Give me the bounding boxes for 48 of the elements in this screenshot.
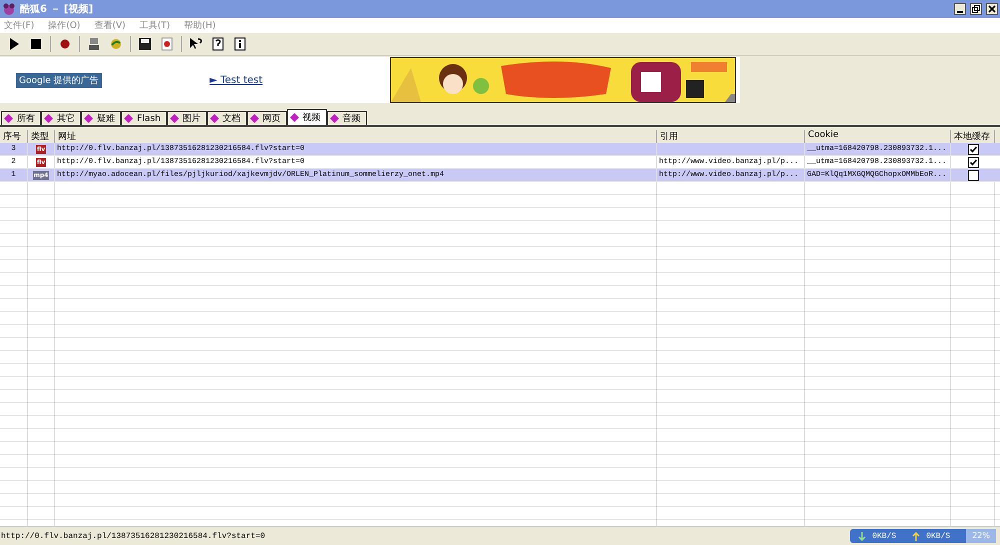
ad-label: Google 提供的广告 bbox=[16, 72, 102, 88]
download-arrow-icon bbox=[858, 532, 866, 540]
globe-icon[interactable] bbox=[108, 36, 124, 52]
cache-checkbox[interactable] bbox=[968, 156, 978, 168]
close-button[interactable] bbox=[986, 3, 998, 15]
diamond-icon bbox=[170, 114, 179, 123]
status-text: http://0.flv.banzaj.pl/13873516281230216584.flv?start=0 bbox=[0, 532, 266, 540]
help-cursor-icon[interactable] bbox=[188, 36, 204, 52]
percent-text: 22% bbox=[966, 529, 996, 543]
tab[interactable]: Flash bbox=[121, 111, 167, 125]
menu-item[interactable]: 工具(T) bbox=[140, 19, 170, 32]
tab[interactable]: 文档 bbox=[206, 111, 247, 125]
save-icon[interactable] bbox=[137, 36, 153, 52]
restore-button[interactable] bbox=[970, 3, 982, 15]
help-icon[interactable] bbox=[210, 36, 226, 52]
info-icon[interactable] bbox=[232, 36, 248, 52]
tab[interactable]: 其它 bbox=[41, 111, 81, 125]
diamond-icon bbox=[210, 114, 219, 123]
diamond-icon bbox=[330, 114, 339, 123]
diamond-icon bbox=[250, 114, 259, 123]
diamond-icon bbox=[290, 113, 299, 122]
fox-logo-icon bbox=[2, 2, 16, 16]
test-link[interactable]: ► Test test bbox=[210, 74, 390, 86]
tab[interactable]: 视频 bbox=[286, 109, 327, 125]
download-speed: 0KB/S bbox=[872, 532, 896, 540]
tab[interactable]: 网页 bbox=[246, 111, 287, 125]
window-title: 酷狐6 － [视频] bbox=[20, 2, 94, 16]
restore-icon bbox=[972, 5, 980, 13]
tab[interactable]: 所有 bbox=[1, 111, 41, 125]
diamond-icon bbox=[124, 114, 133, 123]
menu-item[interactable]: 操作(O) bbox=[48, 19, 80, 32]
cache-checkbox[interactable] bbox=[968, 144, 978, 154]
close-icon bbox=[988, 5, 996, 13]
tab[interactable]: 疑难 bbox=[81, 111, 121, 125]
diamond-icon bbox=[84, 114, 93, 123]
menu-item[interactable]: 查看(V) bbox=[94, 19, 126, 32]
minimize-button[interactable] bbox=[954, 3, 966, 15]
diamond-icon bbox=[44, 114, 53, 123]
document-icon[interactable] bbox=[159, 36, 175, 52]
diamond-icon bbox=[4, 114, 13, 123]
menu-item[interactable]: 帮助(H) bbox=[184, 19, 216, 32]
tab[interactable]: 音频 bbox=[326, 111, 367, 125]
stop-icon[interactable] bbox=[28, 36, 44, 52]
upload-speed: 0KB/S bbox=[926, 532, 950, 540]
upload-arrow-icon bbox=[912, 532, 920, 540]
cache-checkbox[interactable] bbox=[968, 170, 978, 180]
menu-item[interactable]: 文件(F) bbox=[4, 19, 34, 32]
tab[interactable]: 图片 bbox=[166, 111, 207, 125]
